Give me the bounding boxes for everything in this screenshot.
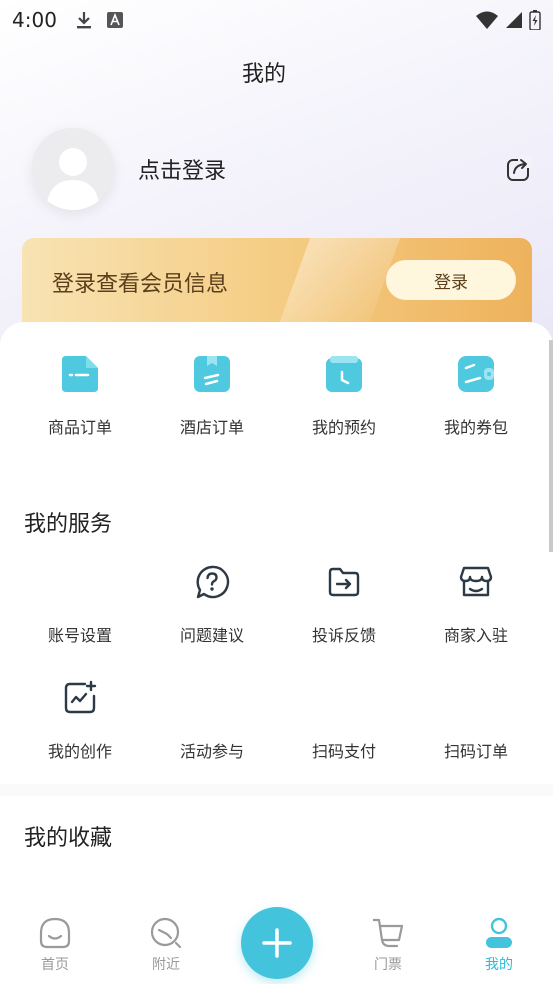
hotel-order-label: 酒店订单: [179, 418, 244, 437]
section-divider: [0, 784, 553, 796]
ticket-cart-icon: [373, 918, 404, 948]
service-label: 扫码订单: [443, 742, 508, 761]
service-suggestions[interactable]: 问题建议: [146, 562, 278, 646]
bottom-tab-bar: 首页 附近 门票 我的: [0, 882, 553, 984]
favorites-title[interactable]: 我的收藏: [24, 820, 112, 852]
service-my-creations[interactable]: 我的创作: [14, 678, 146, 762]
service-account-settings[interactable]: 账号设置: [14, 562, 146, 646]
status-bar: 4:00: [0, 0, 553, 40]
tab-nearby[interactable]: 附近: [126, 916, 206, 974]
service-label: 账号设置: [47, 626, 112, 645]
service-label: 扫码支付: [311, 742, 376, 761]
service-complaints[interactable]: 投诉反馈: [278, 562, 410, 646]
wifi-icon: [476, 11, 498, 29]
profile-icon: [486, 917, 512, 948]
services-row-2: 我的创作 活动参与 扫码支付 扫码订单: [14, 678, 542, 762]
plus-icon: [262, 928, 292, 958]
nearby-icon: [150, 917, 182, 949]
font-a-icon: [106, 12, 123, 28]
member-login-button[interactable]: 登录: [386, 260, 516, 300]
service-label: 投诉反馈: [311, 626, 376, 645]
tab-home[interactable]: 首页: [15, 916, 95, 974]
share-icon[interactable]: [506, 156, 532, 182]
service-merchant-join[interactable]: 商家入驻: [410, 562, 542, 646]
product-order-item[interactable]: 商品订单: [14, 354, 146, 438]
tab-label: 门票: [374, 957, 402, 973]
member-card-text: 登录查看会员信息: [52, 272, 229, 297]
profile-row[interactable]: 点击登录: [32, 126, 542, 212]
store-icon: [459, 566, 493, 597]
home-icon: [39, 917, 71, 949]
reservation-label: 我的预约: [311, 418, 376, 437]
tab-profile[interactable]: 我的: [459, 916, 539, 974]
tab-label: 附近: [152, 957, 180, 973]
service-label: 活动参与: [179, 742, 244, 761]
question-icon: [196, 565, 230, 599]
feedback-folder-icon: [328, 567, 360, 597]
coupon-wallet-label: 我的券包: [443, 418, 508, 437]
creation-icon: [64, 680, 97, 714]
service-label: 商家入驻: [443, 626, 508, 645]
service-scan-pay[interactable]: 扫码支付: [278, 678, 410, 762]
hotel-order-icon: [194, 356, 230, 392]
avatar[interactable]: [32, 128, 114, 210]
reservation-item[interactable]: 我的预约: [278, 354, 410, 438]
services-title: 我的服务: [24, 512, 113, 537]
coupon-wallet-item[interactable]: 我的券包: [410, 354, 542, 438]
service-scan-order[interactable]: 扫码订单: [410, 678, 542, 762]
scrollbar[interactable]: [549, 340, 553, 552]
page-title: 我的: [241, 62, 286, 87]
status-time: 4:00: [12, 8, 57, 32]
coupon-wallet-icon: [458, 356, 494, 392]
service-activities[interactable]: 活动参与: [146, 678, 278, 762]
login-prompt[interactable]: 点击登录: [138, 153, 226, 185]
battery-icon: [529, 10, 541, 30]
card-decoration: [270, 238, 404, 334]
product-order-label: 商品订单: [47, 418, 112, 437]
default-avatar-icon: [32, 128, 114, 210]
tab-tickets[interactable]: 门票: [348, 916, 428, 974]
reservation-icon: [326, 356, 362, 392]
tab-label: 我的: [485, 957, 513, 973]
service-label: 问题建议: [179, 626, 244, 645]
service-label: 我的创作: [47, 742, 112, 761]
create-fab-button[interactable]: [241, 907, 313, 979]
hotel-order-item[interactable]: 酒店订单: [146, 354, 278, 438]
product-order-icon: [62, 356, 98, 392]
signal-icon: [506, 12, 522, 28]
services-row-1: 账号设置 问题建议 投诉反馈 商家入驻: [14, 562, 542, 646]
download-icon: [76, 12, 91, 29]
tab-label: 首页: [41, 957, 69, 973]
member-card: 登录查看会员信息 登录: [22, 238, 532, 334]
order-shortcuts: 商品订单 酒店订单 我的预约 我的券包: [14, 354, 542, 438]
